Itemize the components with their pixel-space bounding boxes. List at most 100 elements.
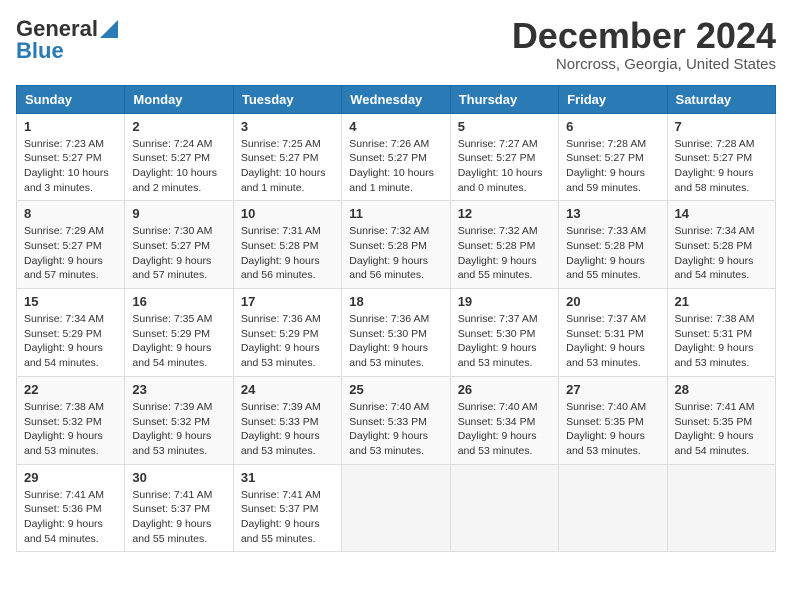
day-number: 4 xyxy=(349,119,442,134)
weekday-thursday: Thursday xyxy=(450,85,558,113)
day-number: 28 xyxy=(675,382,768,397)
day-number: 14 xyxy=(675,206,768,221)
day-info: Sunrise: 7:23 AMSunset: 5:27 PMDaylight:… xyxy=(24,137,117,196)
calendar-cell xyxy=(342,464,450,552)
day-info: Sunrise: 7:41 AMSunset: 5:37 PMDaylight:… xyxy=(241,488,334,547)
day-info: Sunrise: 7:41 AMSunset: 5:37 PMDaylight:… xyxy=(132,488,225,547)
day-number: 31 xyxy=(241,470,334,485)
calendar-cell xyxy=(450,464,558,552)
day-number: 9 xyxy=(132,206,225,221)
calendar-body: 1 Sunrise: 7:23 AMSunset: 5:27 PMDaylight… xyxy=(17,113,776,552)
day-number: 8 xyxy=(24,206,117,221)
calendar-cell: 31 Sunrise: 7:41 AMSunset: 5:37 PMDayligh… xyxy=(233,464,341,552)
calendar-cell xyxy=(559,464,667,552)
day-info: Sunrise: 7:39 AMSunset: 5:33 PMDaylight:… xyxy=(241,400,334,459)
day-info: Sunrise: 7:28 AMSunset: 5:27 PMDaylight:… xyxy=(566,137,659,196)
calendar-cell: 4 Sunrise: 7:26 AMSunset: 5:27 PMDaylight… xyxy=(342,113,450,201)
calendar-week-2: 8 Sunrise: 7:29 AMSunset: 5:27 PMDaylight… xyxy=(17,201,776,289)
weekday-saturday: Saturday xyxy=(667,85,775,113)
calendar-cell: 6 Sunrise: 7:28 AMSunset: 5:27 PMDaylight… xyxy=(559,113,667,201)
day-info: Sunrise: 7:26 AMSunset: 5:27 PMDaylight:… xyxy=(349,137,442,196)
day-number: 17 xyxy=(241,294,334,309)
day-number: 11 xyxy=(349,206,442,221)
day-info: Sunrise: 7:34 AMSunset: 5:28 PMDaylight:… xyxy=(675,224,768,283)
calendar-week-1: 1 Sunrise: 7:23 AMSunset: 5:27 PMDaylight… xyxy=(17,113,776,201)
day-number: 6 xyxy=(566,119,659,134)
day-number: 2 xyxy=(132,119,225,134)
day-info: Sunrise: 7:41 AMSunset: 5:36 PMDaylight:… xyxy=(24,488,117,547)
calendar-cell: 5 Sunrise: 7:27 AMSunset: 5:27 PMDaylight… xyxy=(450,113,558,201)
day-info: Sunrise: 7:28 AMSunset: 5:27 PMDaylight:… xyxy=(675,137,768,196)
weekday-sunday: Sunday xyxy=(17,85,125,113)
calendar-cell: 26 Sunrise: 7:40 AMSunset: 5:34 PMDayligh… xyxy=(450,376,558,464)
day-info: Sunrise: 7:33 AMSunset: 5:28 PMDaylight:… xyxy=(566,224,659,283)
calendar-cell: 20 Sunrise: 7:37 AMSunset: 5:31 PMDayligh… xyxy=(559,289,667,377)
calendar-cell: 13Sunrise: 7:33 AMSunset: 5:28 PMDayligh… xyxy=(559,201,667,289)
calendar-cell: 9Sunrise: 7:30 AMSunset: 5:27 PMDaylight… xyxy=(125,201,233,289)
day-info: Sunrise: 7:36 AMSunset: 5:30 PMDaylight:… xyxy=(349,312,442,371)
location: Norcross, Georgia, United States xyxy=(512,56,776,73)
day-info: Sunrise: 7:36 AMSunset: 5:29 PMDaylight:… xyxy=(241,312,334,371)
day-number: 21 xyxy=(675,294,768,309)
weekday-header-row: SundayMondayTuesdayWednesdayThursdayFrid… xyxy=(17,85,776,113)
logo: General Blue xyxy=(16,16,118,64)
day-number: 22 xyxy=(24,382,117,397)
day-number: 1 xyxy=(24,119,117,134)
day-info: Sunrise: 7:38 AMSunset: 5:32 PMDaylight:… xyxy=(24,400,117,459)
calendar-cell: 10Sunrise: 7:31 AMSunset: 5:28 PMDayligh… xyxy=(233,201,341,289)
calendar-table: SundayMondayTuesdayWednesdayThursdayFrid… xyxy=(16,85,776,553)
calendar-week-3: 15Sunrise: 7:34 AMSunset: 5:29 PMDayligh… xyxy=(17,289,776,377)
weekday-tuesday: Tuesday xyxy=(233,85,341,113)
day-info: Sunrise: 7:37 AMSunset: 5:30 PMDaylight:… xyxy=(458,312,551,371)
day-number: 20 xyxy=(566,294,659,309)
day-number: 7 xyxy=(675,119,768,134)
day-number: 26 xyxy=(458,382,551,397)
calendar-cell: 8 Sunrise: 7:29 AMSunset: 5:27 PMDaylight… xyxy=(17,201,125,289)
calendar-cell: 16Sunrise: 7:35 AMSunset: 5:29 PMDayligh… xyxy=(125,289,233,377)
calendar-cell: 29 Sunrise: 7:41 AMSunset: 5:36 PMDayligh… xyxy=(17,464,125,552)
calendar-cell: 11Sunrise: 7:32 AMSunset: 5:28 PMDayligh… xyxy=(342,201,450,289)
calendar-cell: 1 Sunrise: 7:23 AMSunset: 5:27 PMDaylight… xyxy=(17,113,125,201)
day-info: Sunrise: 7:25 AMSunset: 5:27 PMDaylight:… xyxy=(241,137,334,196)
day-info: Sunrise: 7:40 AMSunset: 5:33 PMDaylight:… xyxy=(349,400,442,459)
calendar-cell: 28 Sunrise: 7:41 AMSunset: 5:35 PMDayligh… xyxy=(667,376,775,464)
day-info: Sunrise: 7:40 AMSunset: 5:35 PMDaylight:… xyxy=(566,400,659,459)
day-number: 23 xyxy=(132,382,225,397)
day-number: 25 xyxy=(349,382,442,397)
header: General Blue December 2024 Norcross, Geo… xyxy=(16,16,776,73)
calendar-cell: 27Sunrise: 7:40 AMSunset: 5:35 PMDayligh… xyxy=(559,376,667,464)
calendar-cell: 23 Sunrise: 7:39 AMSunset: 5:32 PMDayligh… xyxy=(125,376,233,464)
weekday-monday: Monday xyxy=(125,85,233,113)
day-info: Sunrise: 7:37 AMSunset: 5:31 PMDaylight:… xyxy=(566,312,659,371)
day-info: Sunrise: 7:24 AMSunset: 5:27 PMDaylight:… xyxy=(132,137,225,196)
day-info: Sunrise: 7:32 AMSunset: 5:28 PMDaylight:… xyxy=(458,224,551,283)
calendar-cell: 15Sunrise: 7:34 AMSunset: 5:29 PMDayligh… xyxy=(17,289,125,377)
calendar-week-4: 22 Sunrise: 7:38 AMSunset: 5:32 PMDayligh… xyxy=(17,376,776,464)
day-number: 5 xyxy=(458,119,551,134)
day-info: Sunrise: 7:39 AMSunset: 5:32 PMDaylight:… xyxy=(132,400,225,459)
day-number: 12 xyxy=(458,206,551,221)
day-info: Sunrise: 7:41 AMSunset: 5:35 PMDaylight:… xyxy=(675,400,768,459)
day-number: 30 xyxy=(132,470,225,485)
day-number: 29 xyxy=(24,470,117,485)
weekday-wednesday: Wednesday xyxy=(342,85,450,113)
calendar-cell: 24 Sunrise: 7:39 AMSunset: 5:33 PMDayligh… xyxy=(233,376,341,464)
calendar-cell: 21 Sunrise: 7:38 AMSunset: 5:31 PMDayligh… xyxy=(667,289,775,377)
calendar-cell: 12 Sunrise: 7:32 AMSunset: 5:28 PMDayligh… xyxy=(450,201,558,289)
day-number: 19 xyxy=(458,294,551,309)
day-info: Sunrise: 7:38 AMSunset: 5:31 PMDaylight:… xyxy=(675,312,768,371)
day-info: Sunrise: 7:27 AMSunset: 5:27 PMDaylight:… xyxy=(458,137,551,196)
day-info: Sunrise: 7:40 AMSunset: 5:34 PMDaylight:… xyxy=(458,400,551,459)
logo-blue: Blue xyxy=(16,38,64,64)
calendar-cell: 2 Sunrise: 7:24 AMSunset: 5:27 PMDaylight… xyxy=(125,113,233,201)
day-number: 24 xyxy=(241,382,334,397)
day-info: Sunrise: 7:29 AMSunset: 5:27 PMDaylight:… xyxy=(24,224,117,283)
calendar-cell: 7 Sunrise: 7:28 AMSunset: 5:27 PMDaylight… xyxy=(667,113,775,201)
calendar-cell: 14 Sunrise: 7:34 AMSunset: 5:28 PMDayligh… xyxy=(667,201,775,289)
calendar-cell: 3Sunrise: 7:25 AMSunset: 5:27 PMDaylight… xyxy=(233,113,341,201)
day-number: 18 xyxy=(349,294,442,309)
logo-triangle-icon xyxy=(100,20,118,38)
month-title: December 2024 xyxy=(512,16,776,56)
calendar-cell: 25 Sunrise: 7:40 AMSunset: 5:33 PMDayligh… xyxy=(342,376,450,464)
calendar-cell: 18 Sunrise: 7:36 AMSunset: 5:30 PMDayligh… xyxy=(342,289,450,377)
